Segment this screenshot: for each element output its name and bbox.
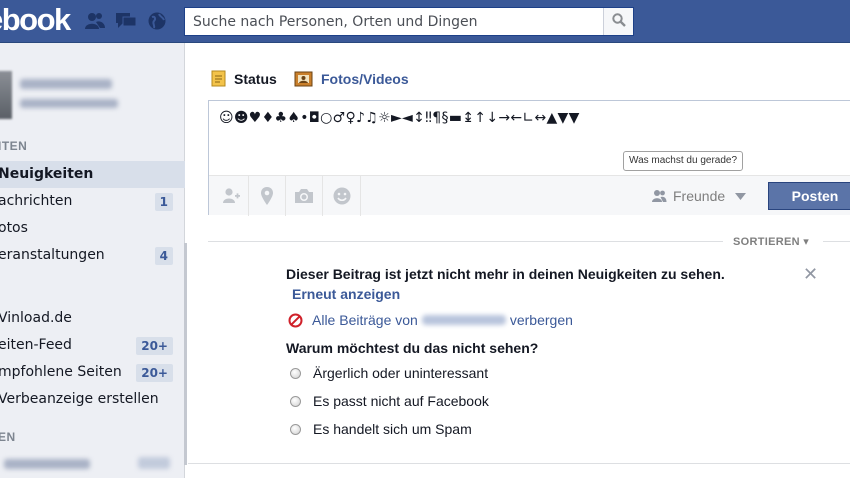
tag-friends-icon[interactable] bbox=[220, 185, 242, 207]
option-label: Ärgerlich oder uninteressant bbox=[313, 365, 489, 381]
left-sidebar: ITEN Neuigkeiten achrichten 1 otos erans… bbox=[0, 43, 185, 478]
close-icon[interactable]: ✕ bbox=[803, 264, 818, 284]
top-bar: ebook bbox=[0, 0, 850, 43]
chevron-down-icon bbox=[735, 192, 747, 200]
smiley-icon[interactable] bbox=[331, 185, 353, 207]
sidebar-item-label: achrichten bbox=[0, 193, 73, 209]
count-badge: 4 bbox=[154, 247, 173, 265]
search-bar bbox=[184, 7, 634, 36]
sidebar-item-recommended-pages[interactable]: mpfohlene Seiten 20+ bbox=[0, 359, 185, 386]
divider bbox=[360, 176, 361, 216]
composer-footer: Freunde Posten bbox=[209, 175, 850, 216]
radio-button[interactable] bbox=[290, 423, 301, 435]
count-badge-blurred bbox=[138, 457, 170, 469]
audience-selector[interactable]: Freunde bbox=[651, 185, 747, 207]
profile-edit-blurred[interactable] bbox=[20, 99, 118, 108]
count-badge: 20+ bbox=[136, 364, 173, 382]
camera-icon[interactable] bbox=[293, 185, 315, 207]
sidebar-item-label: Vinload.de bbox=[0, 310, 72, 326]
option-spam[interactable]: Es handelt sich um Spam bbox=[290, 420, 472, 438]
messages-icon[interactable] bbox=[115, 11, 137, 31]
post-button[interactable]: Posten bbox=[768, 182, 850, 210]
radio-button[interactable] bbox=[290, 395, 301, 407]
facebook-logo[interactable]: ebook bbox=[0, 2, 71, 38]
sidebar-item-winload[interactable]: Vinload.de bbox=[0, 305, 185, 332]
divider bbox=[188, 463, 850, 464]
notifications-globe-icon[interactable] bbox=[146, 11, 168, 31]
sidebar-scrollbar[interactable] bbox=[184, 243, 187, 465]
option-annoying[interactable]: Ärgerlich oder uninteressant bbox=[290, 364, 488, 382]
option-not-on-facebook[interactable]: Es passt nicht auf Facebook bbox=[290, 392, 489, 410]
option-label: Es handelt sich um Spam bbox=[313, 421, 472, 437]
prohibited-icon bbox=[288, 313, 303, 328]
composer-textarea[interactable]: ☺☻♥♦♣♠•◘○♂♀♪♫☼►◄↕‼¶§▬↨↑↓→←∟↔▲▼▼ bbox=[219, 110, 580, 126]
restore-post-link[interactable]: Erneut anzeigen bbox=[292, 286, 400, 302]
sidebar-item-events[interactable]: eranstaltungen 4 bbox=[0, 242, 185, 269]
hidden-post-notice: Dieser Beitrag ist jetzt nicht mehr in d… bbox=[286, 266, 725, 282]
sidebar-section-favorites: ITEN bbox=[0, 139, 28, 153]
tab-photos-label: Fotos/Videos bbox=[321, 71, 409, 87]
avatar[interactable] bbox=[0, 71, 12, 119]
search-button[interactable] bbox=[603, 8, 633, 35]
photo-icon bbox=[294, 70, 314, 88]
status-composer: ☺☻♥♦♣♠•◘○♂♀♪♫☼►◄↕‼¶§▬↨↑↓→←∟↔▲▼▼ Was mach… bbox=[208, 100, 850, 216]
sidebar-item-photos[interactable]: otos bbox=[0, 215, 185, 242]
sidebar-item-create-ad[interactable]: Verbeanzeige erstellen bbox=[0, 386, 185, 413]
divider bbox=[248, 176, 249, 216]
tab-status[interactable]: Status bbox=[211, 69, 277, 89]
location-pin-icon[interactable] bbox=[256, 185, 278, 207]
sidebar-section-groups: EN bbox=[0, 430, 16, 444]
tab-status-label: Status bbox=[234, 71, 277, 87]
hide-all-prefix: Alle Beiträge von bbox=[312, 312, 418, 328]
sidebar-item-blurred[interactable] bbox=[4, 459, 90, 469]
source-name-blurred bbox=[421, 315, 506, 325]
profile-name-blurred[interactable] bbox=[20, 79, 112, 89]
count-badge: 20+ bbox=[136, 337, 173, 355]
divider bbox=[322, 176, 323, 216]
sidebar-item-label: eiten-Feed bbox=[0, 337, 72, 353]
sidebar-item-label: mpfohlene Seiten bbox=[0, 364, 122, 380]
tab-photos-videos[interactable]: Fotos/Videos bbox=[294, 69, 409, 89]
hide-all-from-source-link[interactable]: Alle Beiträge von verbergen bbox=[288, 311, 573, 329]
sidebar-item-label: Verbeanzeige erstellen bbox=[0, 391, 159, 407]
sort-button[interactable]: SORTIEREN ▾ bbox=[733, 235, 809, 248]
friends-icon bbox=[651, 189, 667, 203]
sidebar-item-pages-feed[interactable]: eiten-Feed 20+ bbox=[0, 332, 185, 359]
sidebar-item-label: Neuigkeiten bbox=[0, 166, 94, 182]
radio-button[interactable] bbox=[290, 367, 301, 379]
sidebar-item-messages[interactable]: achrichten 1 bbox=[0, 188, 185, 215]
divider bbox=[208, 241, 723, 242]
count-badge: 1 bbox=[154, 193, 173, 211]
sidebar-item-news-feed[interactable]: Neuigkeiten bbox=[0, 161, 185, 188]
audience-label: Freunde bbox=[673, 188, 726, 204]
sidebar-item-label: otos bbox=[0, 220, 28, 236]
composer-tooltip: Was machst du gerade? bbox=[623, 151, 744, 171]
sidebar-item-label: eranstaltungen bbox=[0, 247, 105, 263]
option-label: Es passt nicht auf Facebook bbox=[313, 393, 489, 409]
search-input[interactable] bbox=[185, 8, 603, 35]
friend-requests-icon[interactable] bbox=[84, 11, 106, 31]
search-icon bbox=[611, 13, 626, 30]
status-icon bbox=[211, 70, 227, 88]
hide-all-suffix: verbergen bbox=[509, 312, 573, 328]
divider bbox=[285, 176, 286, 216]
divider bbox=[823, 241, 850, 242]
feedback-question: Warum möchtest du das nicht sehen? bbox=[286, 340, 539, 356]
